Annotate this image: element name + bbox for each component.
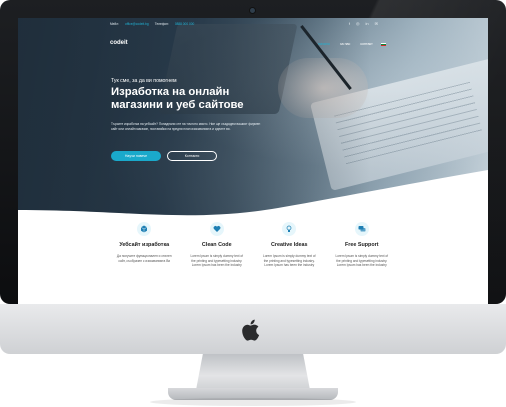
nav-item-home[interactable]: начало xyxy=(318,42,330,46)
social-links: f ◎ in ✉ xyxy=(349,21,378,26)
mail-icon[interactable]: ✉ xyxy=(375,21,378,26)
learn-more-button[interactable]: Научи повече xyxy=(111,151,161,161)
instagram-icon[interactable]: ◎ xyxy=(356,21,360,26)
apple-logo-icon xyxy=(242,319,260,341)
main-nav: codeit начало за нас контакт xyxy=(18,38,488,52)
feature-text: Lorem Ipsum is simply dummy text of the … xyxy=(335,254,389,268)
chat-icon xyxy=(354,222,369,236)
phone-link[interactable]: 0888 000 000 xyxy=(175,22,195,26)
hero-title: Изработка на онлайн магазини и уеб сайто… xyxy=(111,86,311,112)
feature-title: Creative Ideas xyxy=(270,242,308,248)
camera-dot xyxy=(250,8,255,13)
feature-clean-code: Clean Code Lorem Ipsum is simply dummy t… xyxy=(181,218,254,298)
lightbulb-icon xyxy=(282,222,297,236)
hero-tagline: Тук сме, за да ви помогнем xyxy=(111,78,177,84)
hero-wave-divider xyxy=(18,170,488,218)
feature-text: Да получите функционален и стилен сайт, … xyxy=(116,254,172,263)
hero-section: Mейл: office@codeit.bg Телефон: 0888 000… xyxy=(18,18,488,218)
language-flag-icon[interactable] xyxy=(381,43,386,46)
hero-lead: Търсите изработка на уебсайт? Попаднали … xyxy=(111,122,261,131)
nav-menu: начало за нас контакт xyxy=(318,42,373,46)
hero-title-line-1: Изработка на онлайн xyxy=(111,86,230,98)
feature-title: Free Support xyxy=(344,242,379,248)
hero-title-line-2: магазини и уеб сайтове xyxy=(111,99,244,111)
heart-icon xyxy=(209,222,224,236)
phone-label: Телефон: xyxy=(154,22,169,26)
feature-web-design: Уебсайт изработка Да получите функционал… xyxy=(108,218,181,298)
email-label: Mейл: xyxy=(110,22,119,26)
stand-shadow xyxy=(150,398,356,406)
cube-icon xyxy=(137,222,152,236)
feature-title: Clean Code xyxy=(201,242,232,248)
imac-mockup: Mейл: office@codeit.bg Телефон: 0888 000… xyxy=(0,0,506,407)
contacts-button[interactable]: Контакти xyxy=(167,151,217,161)
feature-title: Уебсайт изработка xyxy=(119,242,170,248)
site-logo[interactable]: codeit xyxy=(110,40,128,46)
website-screen: Mейл: office@codeit.bg Телефон: 0888 000… xyxy=(18,18,488,304)
feature-free-support: Free Support Lorem Ipsum is simply dummy… xyxy=(326,218,399,298)
nav-item-about[interactable]: за нас xyxy=(340,42,350,46)
linkedin-icon[interactable]: in xyxy=(366,21,369,26)
top-bar: Mейл: office@codeit.bg Телефон: 0888 000… xyxy=(18,18,488,30)
feature-creative-ideas: Creative Ideas Lorem Ipsum is simply dum… xyxy=(253,218,326,298)
email-link[interactable]: office@codeit.bg xyxy=(125,22,149,26)
feature-text: Lorem Ipsum is simply dummy text of the … xyxy=(190,254,244,268)
features-row: Уебсайт изработка Да получите функционал… xyxy=(108,218,398,298)
facebook-icon[interactable]: f xyxy=(349,21,350,26)
feature-text: Lorem Ipsum is simply dummy text of the … xyxy=(262,254,316,268)
monitor-stand-neck xyxy=(196,354,310,390)
nav-item-contact[interactable]: контакт xyxy=(360,42,372,46)
